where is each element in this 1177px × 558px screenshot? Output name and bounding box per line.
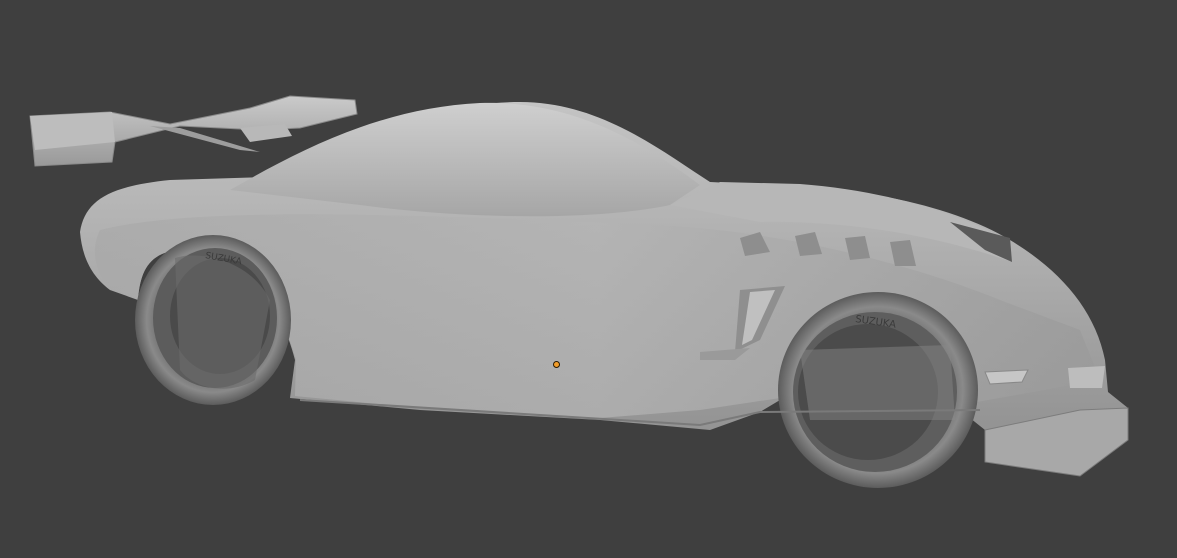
front-tire[interactable]: SUZUKA — [778, 292, 978, 488]
car-mesh[interactable]: SUZUKA SUZUKA — [0, 0, 1177, 558]
3d-viewport[interactable]: SUZUKA SUZUKA — [0, 0, 1177, 558]
rear-tire[interactable]: SUZUKA — [135, 235, 291, 405]
object-origin-point[interactable] — [553, 361, 560, 368]
